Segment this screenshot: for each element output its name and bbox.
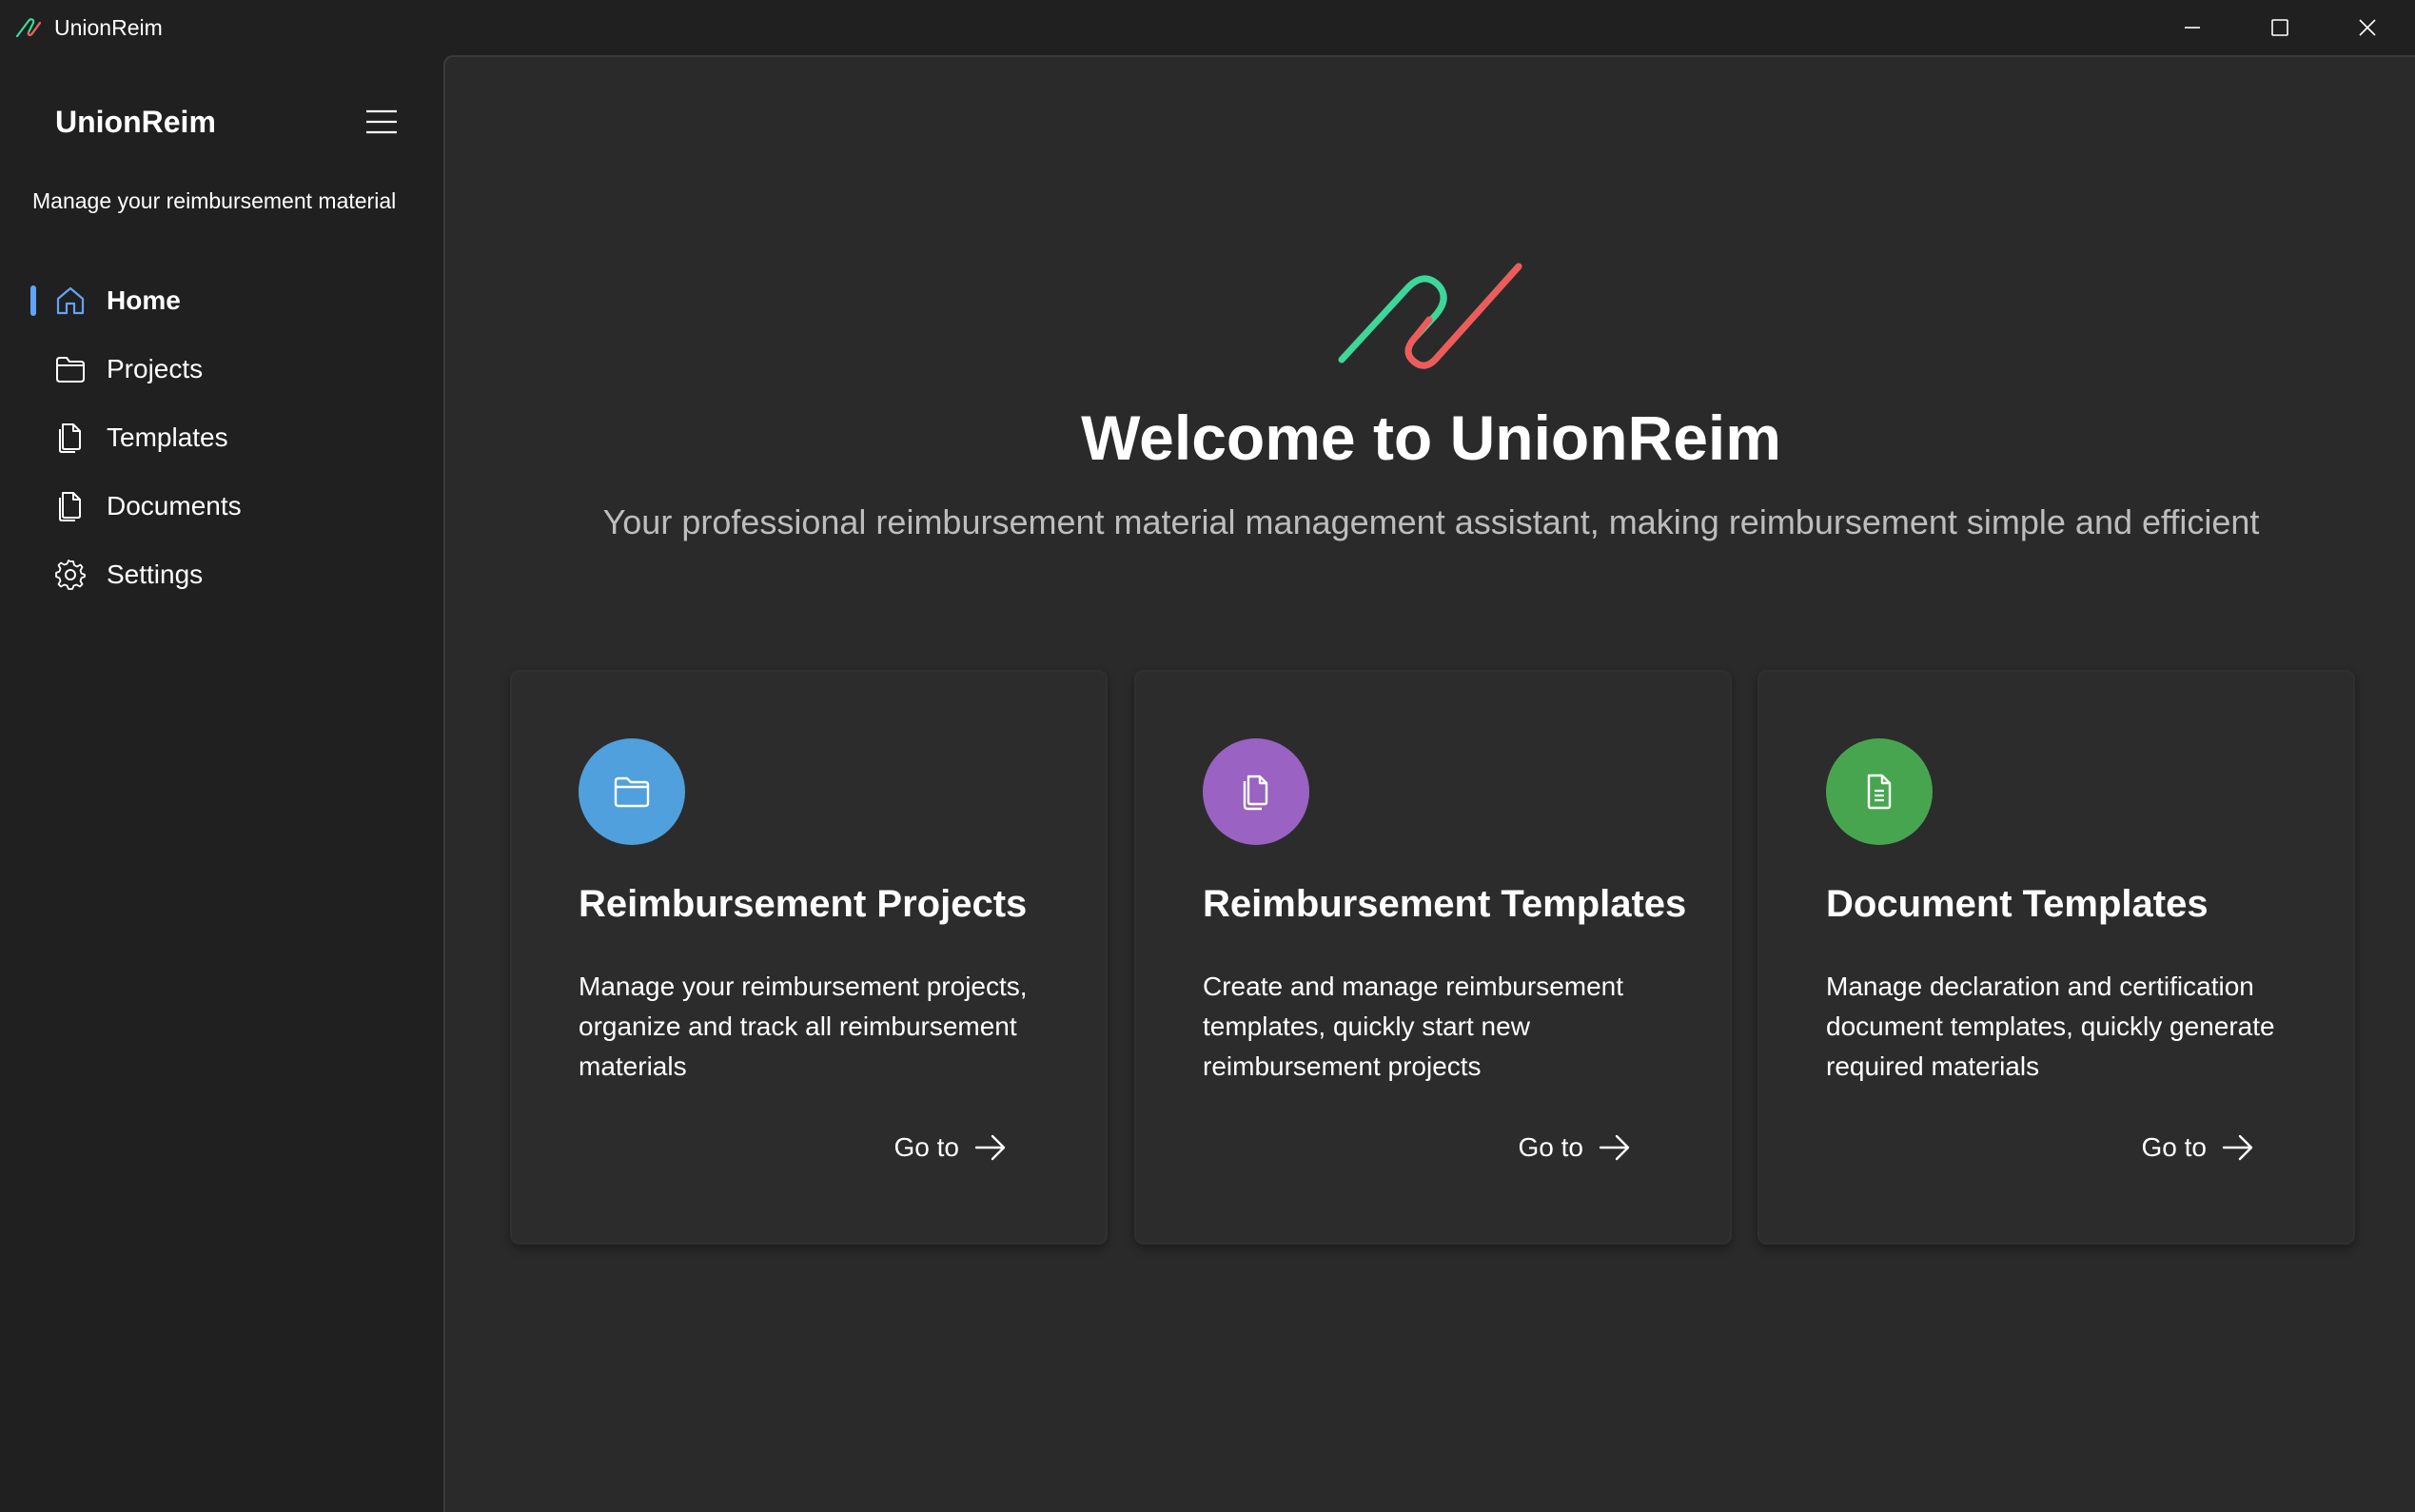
sidebar-tagline: Manage your reimbursement material <box>32 188 397 213</box>
folder-icon <box>614 776 650 808</box>
nav-item-projects[interactable]: Projects <box>0 335 443 403</box>
gear-icon <box>53 558 88 592</box>
nav-label-templates: Templates <box>107 422 228 452</box>
window-title: UnionReim <box>54 15 163 40</box>
nav-item-home[interactable]: Home <box>0 266 443 335</box>
card-title: Reimbursement Templates <box>1203 883 1687 925</box>
folder-icon <box>53 352 88 386</box>
arrow-right-icon <box>974 1134 1006 1161</box>
card-title: Reimbursement Projects <box>579 883 1028 925</box>
maximize-icon <box>2271 19 2288 36</box>
close-icon <box>2359 19 2376 36</box>
card-icon-circle <box>579 738 685 845</box>
app-logo-icon <box>1338 263 1522 369</box>
card-reimbursement-templates[interactable]: Reimbursement Templates Create and manag… <box>1134 670 1732 1245</box>
card-title: Document Templates <box>1826 883 2209 925</box>
close-button[interactable] <box>2324 0 2411 55</box>
nav-label-documents: Documents <box>107 491 242 520</box>
nav-item-templates[interactable]: Templates <box>0 403 443 472</box>
nav-label-settings: Settings <box>107 560 204 589</box>
card-icon-circle <box>1826 738 1933 845</box>
go-to-label: Go to <box>2141 1132 2207 1162</box>
nav-item-documents[interactable]: Documents <box>0 472 443 540</box>
sidebar-brand: UnionReim <box>55 105 216 139</box>
card-description: Create and manage reimbursement template… <box>1203 972 1624 1081</box>
go-to-label: Go to <box>893 1132 959 1162</box>
card-description: Manage declaration and certification doc… <box>1826 972 2275 1081</box>
nav-item-settings[interactable]: Settings <box>0 540 443 609</box>
main-content: Welcome to UnionReim Your professional r… <box>443 55 2415 1512</box>
card-description: Manage your reimbursement projects, orga… <box>579 972 1028 1081</box>
welcome-subtitle: Your professional reimbursement material… <box>602 502 2260 541</box>
maximize-button[interactable] <box>2236 0 2324 55</box>
home-icon <box>53 284 88 318</box>
sidebar: UnionReim Manage your reimbursement mate… <box>0 55 443 1512</box>
arrow-right-icon <box>1599 1134 1630 1161</box>
nav-label-projects: Projects <box>107 354 204 383</box>
app-logo-icon <box>15 18 42 38</box>
hamburger-icon <box>366 109 397 134</box>
title-bar: UnionReim <box>0 0 2415 55</box>
document-copy-icon <box>53 421 88 455</box>
arrow-right-icon <box>2222 1134 2253 1161</box>
card-icon-circle <box>1203 738 1309 845</box>
go-to-button[interactable]: Go to <box>2142 1132 2254 1163</box>
nav-label-home: Home <box>107 285 181 315</box>
nav-menu: Home Projects Templates Documents Settin… <box>0 266 443 609</box>
active-indicator <box>30 285 36 316</box>
welcome-heading: Welcome to UnionReim <box>1081 403 1781 473</box>
card-document-templates[interactable]: Document Templates Manage declaration an… <box>1757 670 2355 1245</box>
go-to-button[interactable]: Go to <box>894 1132 1007 1163</box>
minimize-icon <box>2185 27 2200 29</box>
go-to-label: Go to <box>1518 1132 1583 1162</box>
minimize-button[interactable] <box>2149 0 2236 55</box>
document-text-icon <box>1867 774 1892 810</box>
go-to-button[interactable]: Go to <box>1519 1132 1631 1163</box>
hamburger-menu-button[interactable] <box>360 103 403 141</box>
document-copy-icon <box>1243 775 1268 811</box>
card-reimbursement-projects[interactable]: Reimbursement Projects Manage your reimb… <box>510 670 1108 1245</box>
document-copy-icon <box>53 489 88 523</box>
